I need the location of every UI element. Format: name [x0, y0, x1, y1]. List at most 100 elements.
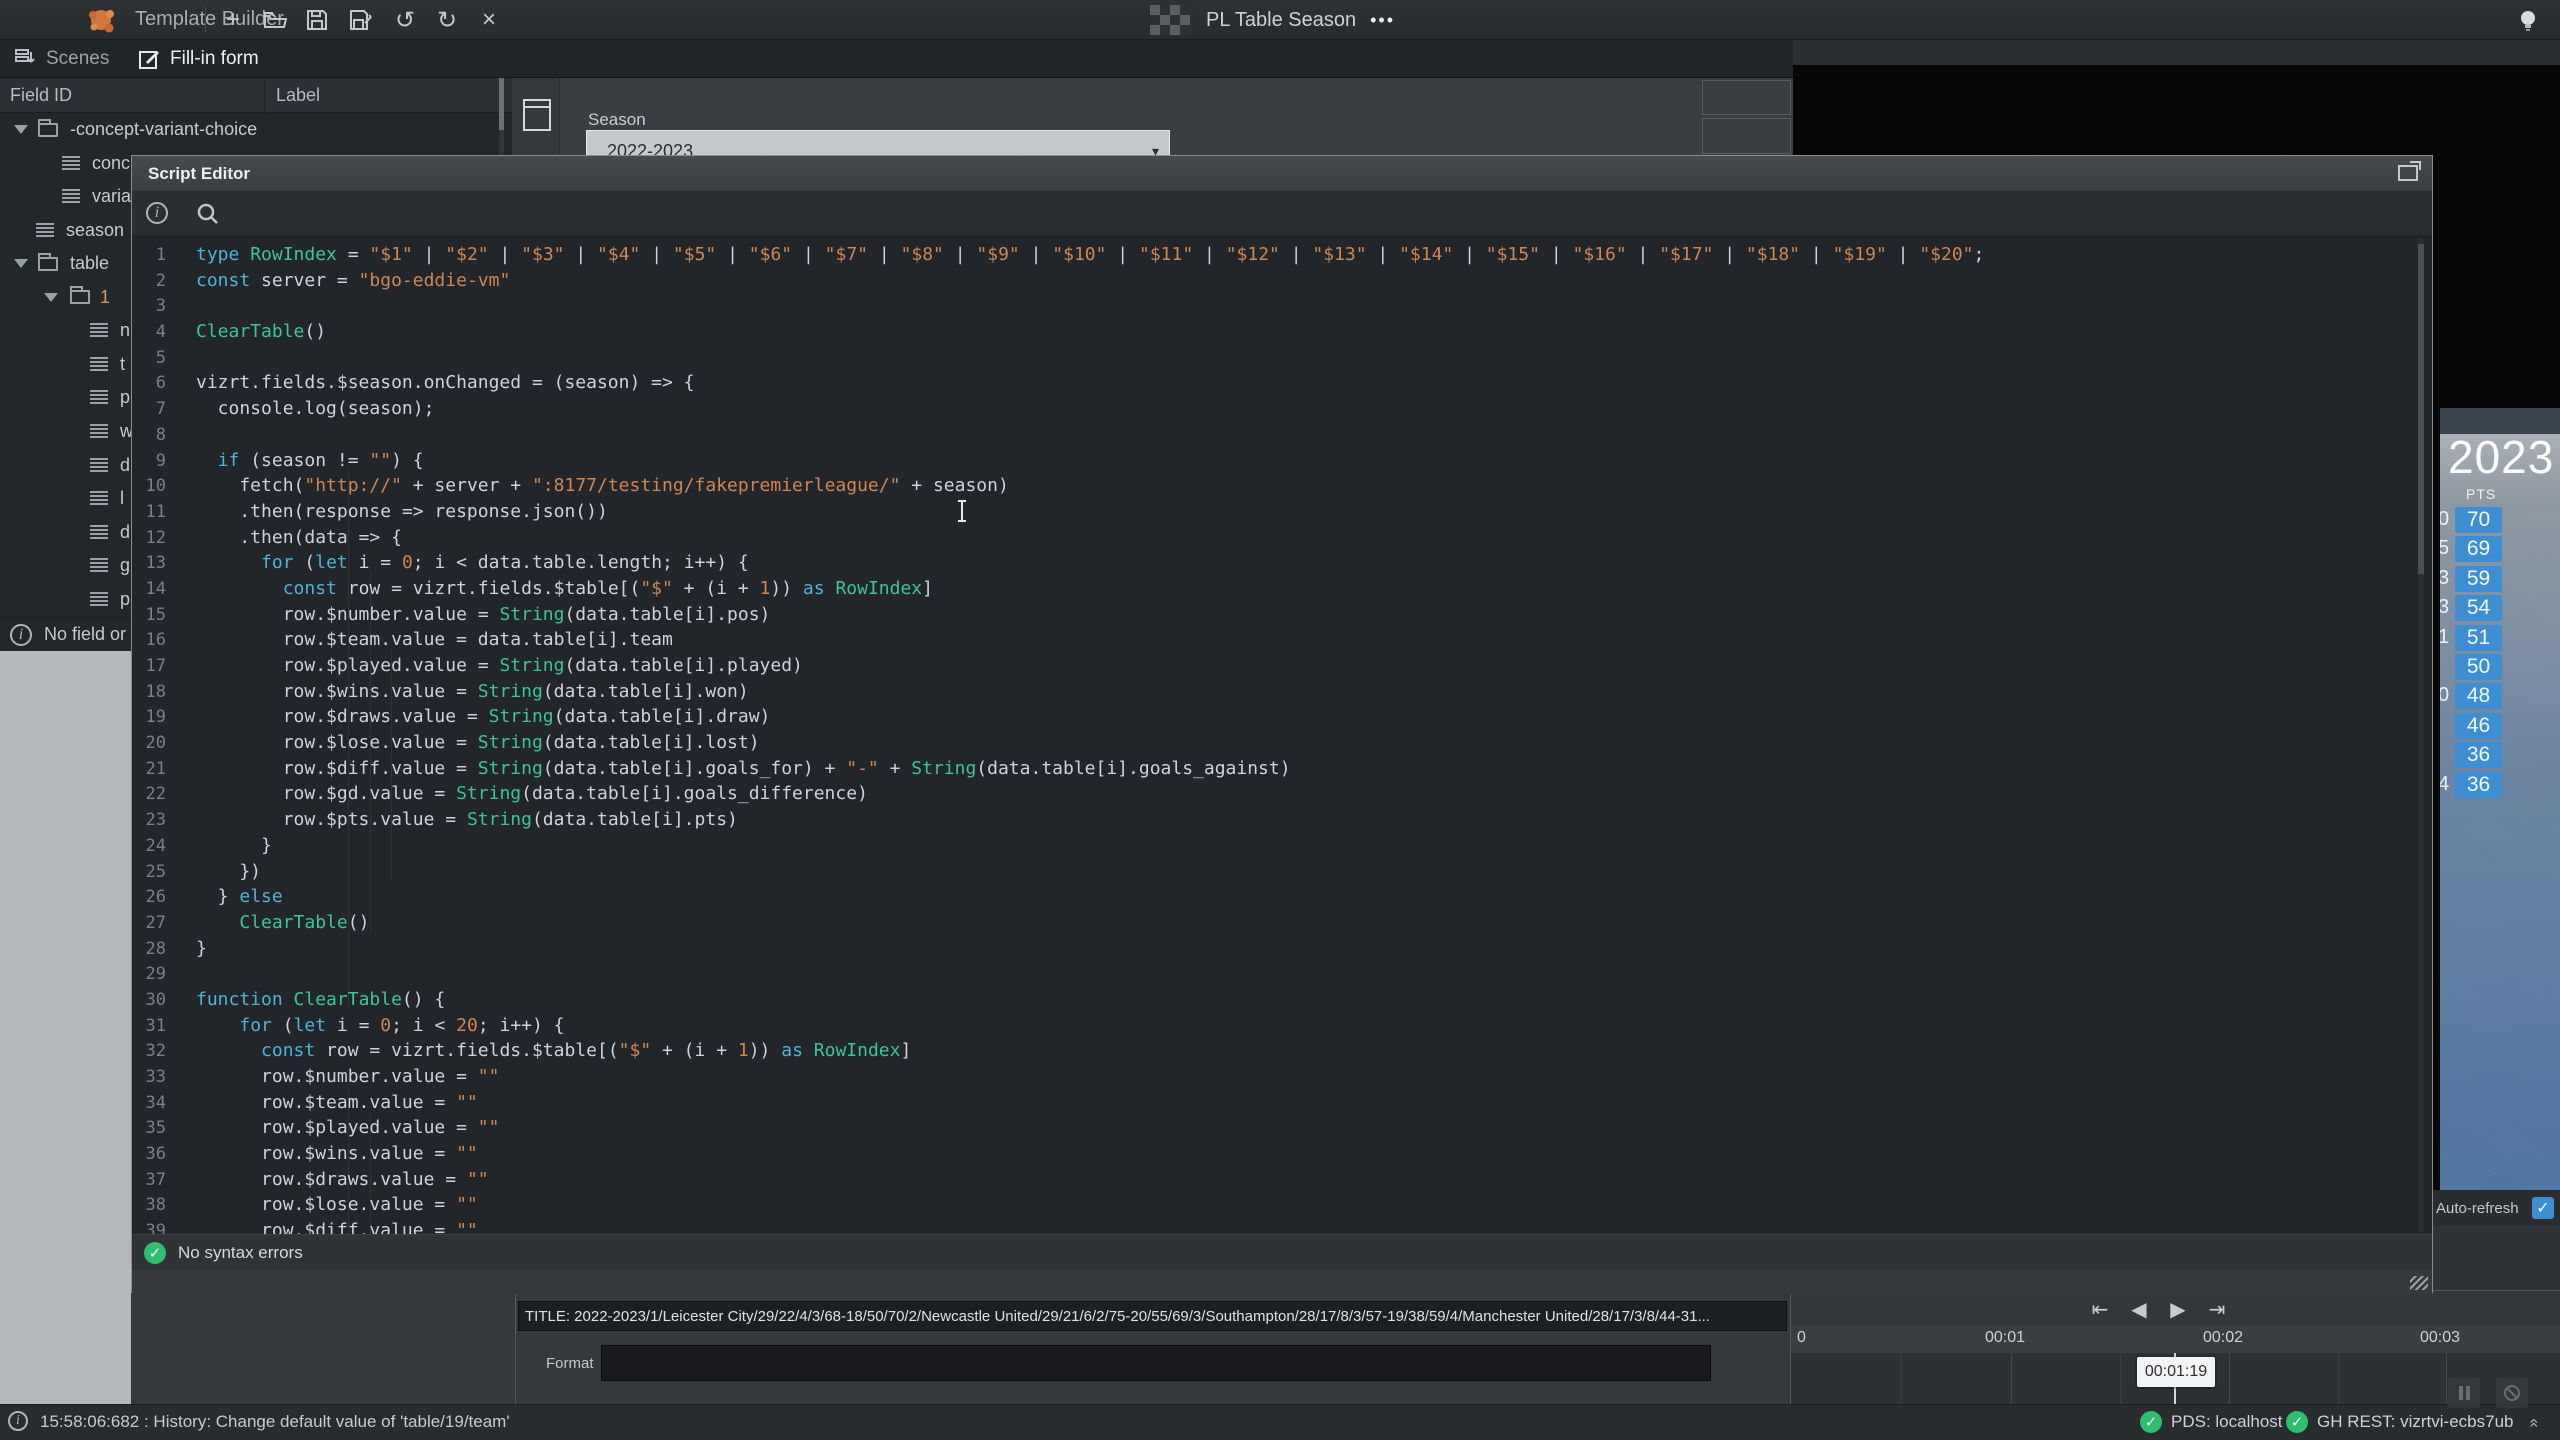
code-line[interactable]: 13 for (let i = 0; i < data.table.length…: [132, 550, 2432, 576]
editor-scrollbar-thumb[interactable]: [2418, 244, 2424, 574]
code-line[interactable]: 25 }): [132, 859, 2432, 885]
script-editor-title: Script Editor: [148, 164, 250, 184]
form-preview-panel: [0, 651, 131, 1404]
code-line[interactable]: 28}: [132, 936, 2432, 962]
jump-end-icon[interactable]: ⇥: [2200, 1295, 2234, 1323]
loop-off-button[interactable]: [2496, 1378, 2528, 1408]
step-back-icon[interactable]: ◀: [2122, 1295, 2156, 1323]
close-template-button[interactable]: ×: [472, 4, 506, 36]
gd-partial-value: 0: [2440, 684, 2452, 707]
code-line[interactable]: 8: [132, 422, 2432, 448]
code-line[interactable]: 22 row.$gd.value = String(data.table[i].…: [132, 781, 2432, 807]
lightbulb-icon[interactable]: [2516, 8, 2540, 34]
expand-arrow-icon[interactable]: [14, 125, 28, 134]
code-area[interactable]: 1type RowIndex = "$1" | "$2" | "$3" | "$…: [132, 236, 2432, 1234]
auto-refresh-checkbox[interactable]: ✓: [2532, 1197, 2554, 1219]
pause-button[interactable]: [2448, 1378, 2480, 1408]
code-line[interactable]: 23 row.$pts.value = String(data.table[i]…: [132, 807, 2432, 833]
line-number: 17: [132, 654, 166, 680]
save-button[interactable]: [300, 4, 334, 36]
column-field-id[interactable]: Field ID: [10, 85, 72, 106]
pts-value: 48: [2455, 683, 2502, 709]
undo-button[interactable]: ↺: [388, 4, 422, 36]
code-line[interactable]: 7 console.log(season);: [132, 396, 2432, 422]
code-line[interactable]: 38 row.$lose.value = "": [132, 1192, 2432, 1218]
jump-start-icon[interactable]: ⇤: [2083, 1295, 2117, 1323]
code-line[interactable]: 35 row.$played.value = "": [132, 1115, 2432, 1141]
step-forward-icon[interactable]: ▶: [2161, 1295, 2195, 1323]
code-line[interactable]: 32 const row = vizrt.fields.$table[("$" …: [132, 1038, 2432, 1064]
tab-scenes-label: Scenes: [46, 48, 109, 70]
code-line[interactable]: 5: [132, 345, 2432, 371]
code-line[interactable]: 2const server = "bgo-eddie-vm": [132, 268, 2432, 294]
code-line[interactable]: 14 const row = vizrt.fields.$table[("$" …: [132, 576, 2432, 602]
code-line[interactable]: 26 } else: [132, 884, 2432, 910]
syntax-status-bar: ✓ No syntax errors: [132, 1234, 2432, 1270]
code-line[interactable]: 21 row.$diff.value = String(data.table[i…: [132, 756, 2432, 782]
tree-folder--concept-variant-choice[interactable]: -concept-variant-choice: [0, 113, 512, 146]
gh-rest-connection-text: GH REST: vizrtvi-ecbs7ub: [2317, 1412, 2514, 1432]
script-info-icon[interactable]: i: [146, 202, 168, 224]
code-line[interactable]: 30function ClearTable() {: [132, 987, 2432, 1013]
code-line[interactable]: 17 row.$played.value = String(data.table…: [132, 653, 2432, 679]
redo-button[interactable]: ↻: [430, 4, 464, 36]
code-line[interactable]: 29: [132, 961, 2432, 987]
code-line[interactable]: 3: [132, 293, 2432, 319]
gd-partial-value: 3: [2440, 596, 2452, 619]
column-divider[interactable]: [264, 78, 265, 113]
line-number: 4: [132, 320, 166, 346]
column-label[interactable]: Label: [276, 85, 320, 106]
code-line[interactable]: 20 row.$lose.value = String(data.table[i…: [132, 730, 2432, 756]
code-line[interactable]: 18 row.$wins.value = String(data.table[i…: [132, 679, 2432, 705]
code-line[interactable]: 11 .then(response => response.json()): [132, 499, 2432, 525]
form-side-boxes: [1700, 78, 1793, 155]
code-line[interactable]: 10 fetch("http://" + server + ":8177/tes…: [132, 473, 2432, 499]
pts-table-row: 048: [2440, 682, 2560, 711]
toolbar-separator: [205, 6, 206, 32]
popout-window-icon[interactable]: [2398, 165, 2418, 181]
tree-scrollbar-thumb[interactable]: [499, 78, 504, 130]
code-line[interactable]: 36 row.$wins.value = "": [132, 1141, 2432, 1167]
code-line[interactable]: 31 for (let i = 0; i < 20; i++) {: [132, 1013, 2432, 1039]
code-line[interactable]: 34 row.$team.value = "": [132, 1090, 2432, 1116]
code-line[interactable]: 27 ClearTable(): [132, 910, 2432, 936]
pts-value: 46: [2455, 713, 2502, 739]
code-line[interactable]: 37 row.$draws.value = "": [132, 1167, 2432, 1193]
expand-arrow-icon[interactable]: [44, 293, 58, 302]
expand-statusbar-icon[interactable]: «: [2525, 1418, 2545, 1427]
open-folder-button[interactable]: [258, 4, 292, 36]
auto-refresh-label: Auto-refresh: [2436, 1200, 2519, 1217]
script-editor-titlebar[interactable]: Script Editor: [132, 156, 2432, 192]
code-line[interactable]: 4ClearTable(): [132, 319, 2432, 345]
timeline-ruler[interactable]: 0 00:01 00:02 00:03: [1791, 1326, 2560, 1353]
save-as-button[interactable]: [344, 4, 378, 36]
code-line[interactable]: 24 }: [132, 833, 2432, 859]
code-line[interactable]: 9 if (season != "") {: [132, 448, 2432, 474]
gh-rest-connection[interactable]: ✓ GH REST: vizrtvi-ecbs7ub: [2286, 1411, 2514, 1433]
code-line[interactable]: 33 row.$number.value = "": [132, 1064, 2432, 1090]
pts-value: 51: [2455, 625, 2502, 651]
tab-fill-in-form[interactable]: Fill-in form: [138, 40, 259, 78]
pds-connection[interactable]: ✓ PDS: localhost: [2140, 1411, 2283, 1433]
tab-scenes[interactable]: Scenes: [14, 40, 109, 78]
code-line[interactable]: 16 row.$team.value = data.table[i].team: [132, 627, 2432, 653]
format-input[interactable]: [601, 1345, 1711, 1381]
search-icon[interactable]: [196, 202, 220, 226]
line-number: 13: [132, 551, 166, 577]
code-line[interactable]: 12 .then(data => {: [132, 525, 2432, 551]
code-line[interactable]: 15 row.$number.value = String(data.table…: [132, 602, 2432, 628]
form-page-icon[interactable]: [522, 96, 552, 134]
pts-value: 50: [2455, 654, 2502, 680]
tree-column-header: Field ID Label: [0, 78, 512, 113]
code-line[interactable]: 39 row.$diff.value = "": [132, 1218, 2432, 1234]
window-menu-button[interactable]: •••: [1370, 10, 1395, 31]
new-button[interactable]: +: [216, 4, 250, 36]
tab-fill-in-form-label: Fill-in form: [170, 48, 259, 70]
code-line[interactable]: 1type RowIndex = "$1" | "$2" | "$3" | "$…: [132, 242, 2432, 268]
resize-grip[interactable]: [2410, 1276, 2428, 1290]
expand-arrow-icon[interactable]: [14, 259, 28, 268]
code-line[interactable]: 6vizrt.fields.$season.onChanged = (seaso…: [132, 370, 2432, 396]
code-line[interactable]: 19 row.$draws.value = String(data.table[…: [132, 704, 2432, 730]
timeline-track[interactable]: 00:01:19: [1791, 1353, 2560, 1405]
payload-title-row[interactable]: TITLE: 2022-2023/1/Leicester City/29/22/…: [518, 1301, 1787, 1331]
